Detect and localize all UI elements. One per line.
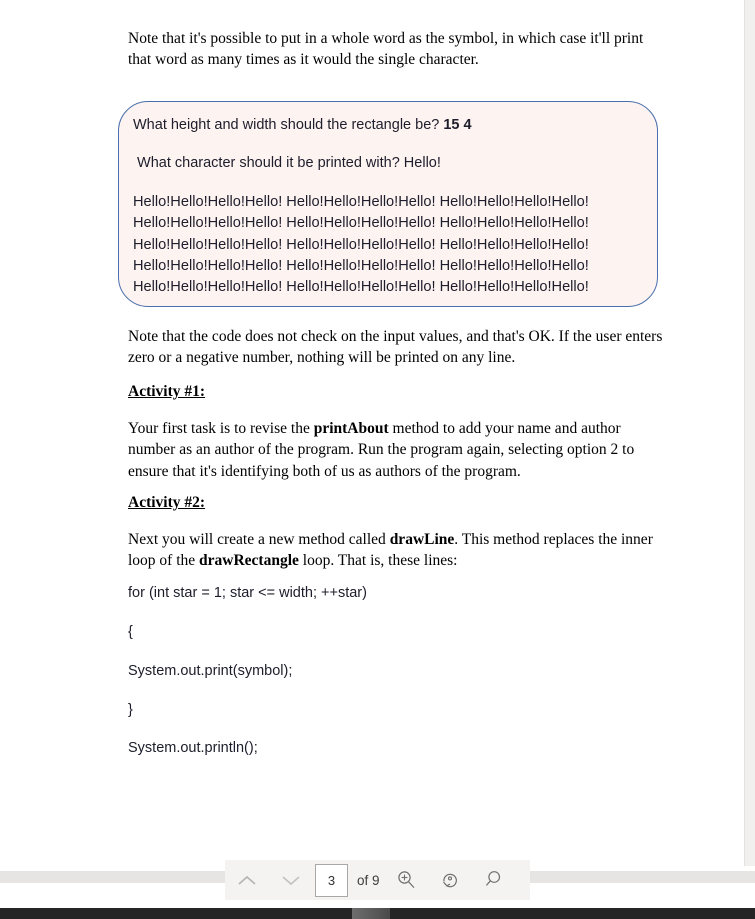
chevron-up-icon	[237, 874, 257, 887]
console-prompt-dimensions: What height and width should the rectang…	[133, 118, 643, 133]
heading-activity-1: Activity #1:	[128, 383, 206, 400]
console-prompt-dimensions-answer: 15 4	[443, 117, 472, 133]
previous-page-button[interactable]	[225, 860, 269, 900]
paragraph-intro: Note that it's possible to put in a whol…	[128, 30, 644, 69]
console-output-box: What height and width should the rectang…	[118, 101, 658, 307]
next-page-button[interactable]	[269, 860, 313, 900]
search-button[interactable]	[472, 860, 516, 900]
activity-2-method-name-drawrectangle: drawRectangle	[199, 552, 299, 570]
console-prompt-character: What character should it be printed with…	[133, 154, 441, 171]
paragraph-activity-1: Your first task is to revise the printAb…	[128, 418, 668, 482]
zoom-in-button[interactable]	[384, 860, 428, 900]
pdf-viewer-toolbar: 3 of 9	[225, 860, 530, 900]
activity-1-text-a: Your first task is to revise the	[128, 420, 314, 437]
page-edge-shadow	[744, 0, 755, 866]
zoom-in-icon	[395, 869, 417, 891]
search-icon	[483, 869, 505, 891]
activity-2-method-name-drawline: drawLine	[389, 531, 455, 548]
chevron-down-icon	[281, 874, 301, 887]
console-output-line: Hello!Hello!Hello!Hello! Hello!Hello!Hel…	[133, 194, 589, 210]
paragraph-input-note: Note that the code does not check on the…	[128, 328, 663, 367]
console-output-line: Hello!Hello!Hello!Hello! Hello!Hello!Hel…	[133, 215, 589, 232]
paragraph-activity-2: Next you will create a new method called…	[128, 529, 668, 572]
horizontal-scrollbar[interactable]	[0, 908, 755, 919]
console-output-line: Hello!Hello!Hello!Hello! Hello!Hello!Hel…	[133, 257, 589, 274]
code-line-open-brace: {	[128, 624, 133, 640]
rotate-clockwise-icon	[439, 869, 461, 891]
page-number-input[interactable]: 3	[315, 863, 348, 897]
heading-activity-2: Activity #2:	[128, 494, 206, 511]
activity-2-text-a: Next you will create a new method called	[128, 531, 390, 548]
code-line-println: System.out.println();	[128, 740, 258, 756]
rotate-button[interactable]	[428, 860, 472, 900]
activity-2-text-c: loop. That is, these lines:	[298, 552, 458, 570]
page-number-value: 3	[327, 872, 336, 888]
pdf-page-canvas: Note that it's possible to put in a whol…	[0, 0, 744, 866]
console-prompt-dimensions-label: What height and width should the rectang…	[133, 117, 444, 133]
code-line-close-brace: }	[128, 702, 133, 718]
console-output-line: Hello!Hello!Hello!Hello! Hello!Hello!Hel…	[133, 279, 589, 296]
code-line-print: System.out.print(symbol);	[128, 663, 293, 679]
horizontal-scrollbar-thumb[interactable]	[352, 908, 390, 919]
page-count-label: of 9	[357, 872, 380, 888]
console-output-line: Hello!Hello!Hello!Hello! Hello!Hello!Hel…	[133, 236, 589, 253]
activity-1-method-name: printAbout	[313, 420, 389, 437]
code-line-for-loop: for (int star = 1; star <= width; ++star…	[128, 585, 367, 601]
